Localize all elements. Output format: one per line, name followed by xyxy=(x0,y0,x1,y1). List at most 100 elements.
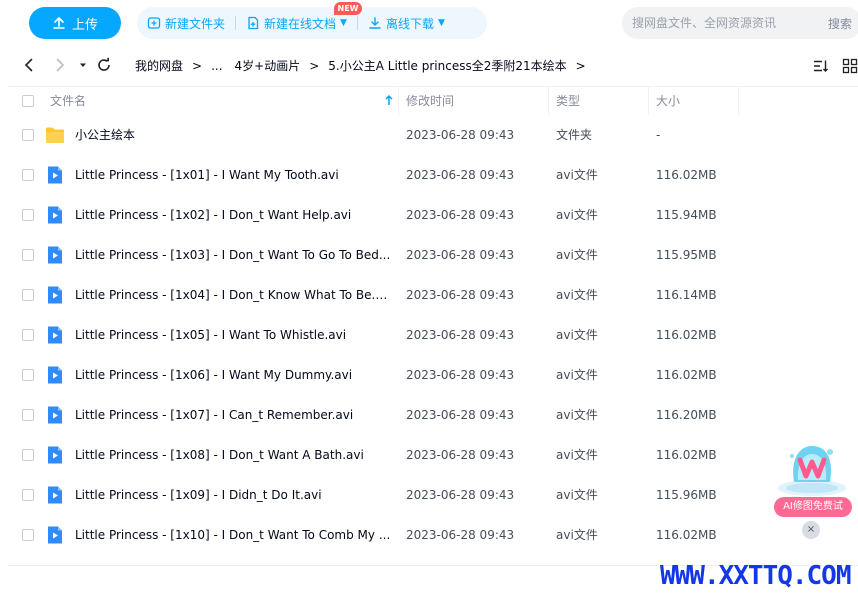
file-name[interactable]: Little Princess - [1x03] - I Don_t Want … xyxy=(75,235,391,275)
file-type: avi文件 xyxy=(556,448,598,462)
row-checkbox[interactable] xyxy=(22,329,34,341)
column-divider[interactable] xyxy=(548,87,549,115)
row-checkbox[interactable] xyxy=(22,249,34,261)
search-input[interactable] xyxy=(632,16,822,30)
file-size: 116.02MB xyxy=(656,328,717,342)
file-name[interactable]: Little Princess - [1x10] - I Don_t Want … xyxy=(75,515,391,555)
file-name[interactable]: Little Princess - [1x08] - I Don_t Want … xyxy=(75,435,391,475)
column-divider[interactable] xyxy=(738,87,739,115)
table-header: 文件名 修改时间 类型 大小 xyxy=(8,86,858,115)
file-type: avi文件 xyxy=(556,248,598,262)
chevron-right-icon: > xyxy=(192,58,203,73)
video-file-icon xyxy=(45,326,65,344)
new-online-doc-label: 新建在线文档 xyxy=(264,16,337,31)
column-header-modified[interactable]: 修改时间 xyxy=(406,87,454,115)
file-modified-time: 2023-06-28 09:43 xyxy=(406,168,515,182)
file-type: avi文件 xyxy=(556,488,598,502)
row-checkbox[interactable] xyxy=(22,369,34,381)
toolbar: 上传 新建文件夹 新建在线文档 ▼ 离线下载 ▼ NEW 搜索 xyxy=(0,0,858,44)
navigation-bar: 我的网盘 > ... 4岁+动画片 > 5.小公主A Little prince… xyxy=(0,44,858,86)
row-checkbox[interactable] xyxy=(22,209,34,221)
breadcrumb-ellipsis[interactable]: ... xyxy=(211,59,224,73)
offline-download-button[interactable]: 离线下载 ▼ xyxy=(358,7,455,39)
breadcrumb-item[interactable]: 我的网盘 xyxy=(135,57,183,74)
file-name[interactable]: Little Princess - [1x09] - I Didn_t Do I… xyxy=(75,475,391,515)
column-divider[interactable] xyxy=(398,87,399,115)
file-modified-time: 2023-06-28 09:43 xyxy=(406,288,515,302)
column-header-name[interactable]: 文件名 xyxy=(50,87,86,115)
file-modified-time: 2023-06-28 09:43 xyxy=(406,368,515,382)
file-modified-time: 2023-06-28 09:43 xyxy=(406,208,515,222)
download-icon xyxy=(369,17,381,29)
chevron-right-icon: > xyxy=(309,58,320,73)
ai-retouch-widget[interactable]: AI修图免费试 × xyxy=(770,440,854,540)
upload-label: 上传 xyxy=(71,17,98,33)
table-row[interactable]: Little Princess - [1x01] - I Want My Too… xyxy=(8,155,858,195)
row-checkbox[interactable] xyxy=(22,449,34,461)
file-name[interactable]: Little Princess - [1x05] - I Want To Whi… xyxy=(75,315,391,355)
video-file-icon xyxy=(45,246,65,264)
file-name[interactable]: Little Princess - [1x06] - I Want My Dum… xyxy=(75,355,391,395)
chevron-right-icon: > xyxy=(575,58,586,73)
file-type: avi文件 xyxy=(556,368,598,382)
video-file-icon xyxy=(45,526,65,544)
row-checkbox[interactable] xyxy=(22,489,34,501)
table-row[interactable]: Little Princess - [1x09] - I Didn_t Do I… xyxy=(8,475,858,515)
file-name[interactable]: Little Princess - [1x07] - I Can_t Remem… xyxy=(75,395,391,435)
grid-view-icon[interactable] xyxy=(842,58,858,74)
table-row[interactable]: Little Princess - [1x10] - I Don_t Want … xyxy=(8,515,858,555)
offline-download-label: 离线下载 xyxy=(385,16,434,31)
file-name[interactable]: Little Princess - [1x04] - I Don_t Know … xyxy=(75,275,391,315)
file-type: avi文件 xyxy=(556,528,598,542)
table-row[interactable]: Little Princess - [1x05] - I Want To Whi… xyxy=(8,315,858,355)
row-checkbox[interactable] xyxy=(22,169,34,181)
table-row[interactable]: Little Princess - [1x06] - I Want My Dum… xyxy=(8,355,858,395)
table-row[interactable]: Little Princess - [1x02] - I Don_t Want … xyxy=(8,195,858,235)
file-name[interactable]: 小公主绘本 xyxy=(75,115,391,155)
column-header-type[interactable]: 类型 xyxy=(556,87,580,115)
sort-ascending-icon[interactable] xyxy=(384,94,394,106)
file-size: 115.96MB xyxy=(656,488,717,502)
video-file-icon xyxy=(45,486,65,504)
back-icon[interactable] xyxy=(21,57,37,73)
search-button[interactable]: 搜索 xyxy=(828,15,852,32)
sort-icon[interactable] xyxy=(813,58,829,74)
ai-mascot-icon xyxy=(778,446,846,496)
table-row[interactable]: Little Princess - [1x07] - I Can_t Remem… xyxy=(8,395,858,435)
file-list: 小公主绘本 2023-06-28 09:43 文件夹 - Little Princess… xyxy=(8,115,858,555)
table-row[interactable]: Little Princess - [1x03] - I Don_t Want … xyxy=(8,235,858,275)
watermark: WWW.XXTTQ.COM xyxy=(660,561,852,591)
table-row[interactable]: Little Princess - [1x08] - I Don_t Want … xyxy=(8,435,858,475)
close-icon[interactable]: × xyxy=(802,521,820,539)
table-row[interactable]: 小公主绘本 2023-06-28 09:43 文件夹 - xyxy=(8,115,858,155)
search-box: 搜索 xyxy=(622,7,858,39)
file-type: avi文件 xyxy=(556,168,598,182)
file-name[interactable]: Little Princess - [1x01] - I Want My Too… xyxy=(75,155,391,195)
file-modified-time: 2023-06-28 09:43 xyxy=(406,448,515,462)
refresh-icon[interactable] xyxy=(96,57,112,73)
breadcrumb-item[interactable]: 5.小公主A Little princess全2季附21本绘本 xyxy=(328,57,566,74)
new-doc-icon xyxy=(248,16,259,30)
row-checkbox[interactable] xyxy=(22,289,34,301)
upload-button[interactable]: 上传 xyxy=(29,7,121,39)
row-checkbox[interactable] xyxy=(22,129,34,141)
row-checkbox[interactable] xyxy=(22,409,34,421)
file-size: 116.02MB xyxy=(656,448,717,462)
video-file-icon xyxy=(45,286,65,304)
select-all-checkbox[interactable] xyxy=(22,95,34,107)
file-size: 116.02MB xyxy=(656,368,717,382)
new-folder-button[interactable]: 新建文件夹 xyxy=(137,7,235,39)
column-divider[interactable] xyxy=(648,87,649,115)
history-dropdown-icon[interactable] xyxy=(75,57,91,73)
file-modified-time: 2023-06-28 09:43 xyxy=(406,128,515,142)
forward-icon[interactable] xyxy=(52,57,68,73)
file-type: avi文件 xyxy=(556,208,598,222)
ai-retouch-label[interactable]: AI修图免费试 xyxy=(774,497,852,517)
column-header-size[interactable]: 大小 xyxy=(656,87,680,115)
row-checkbox[interactable] xyxy=(22,529,34,541)
breadcrumb-item[interactable]: 4岁+动画片 xyxy=(235,57,301,74)
table-row[interactable]: Little Princess - [1x04] - I Don_t Know … xyxy=(8,275,858,315)
file-modified-time: 2023-06-28 09:43 xyxy=(406,488,515,502)
file-modified-time: 2023-06-28 09:43 xyxy=(406,328,515,342)
file-name[interactable]: Little Princess - [1x02] - I Don_t Want … xyxy=(75,195,391,235)
